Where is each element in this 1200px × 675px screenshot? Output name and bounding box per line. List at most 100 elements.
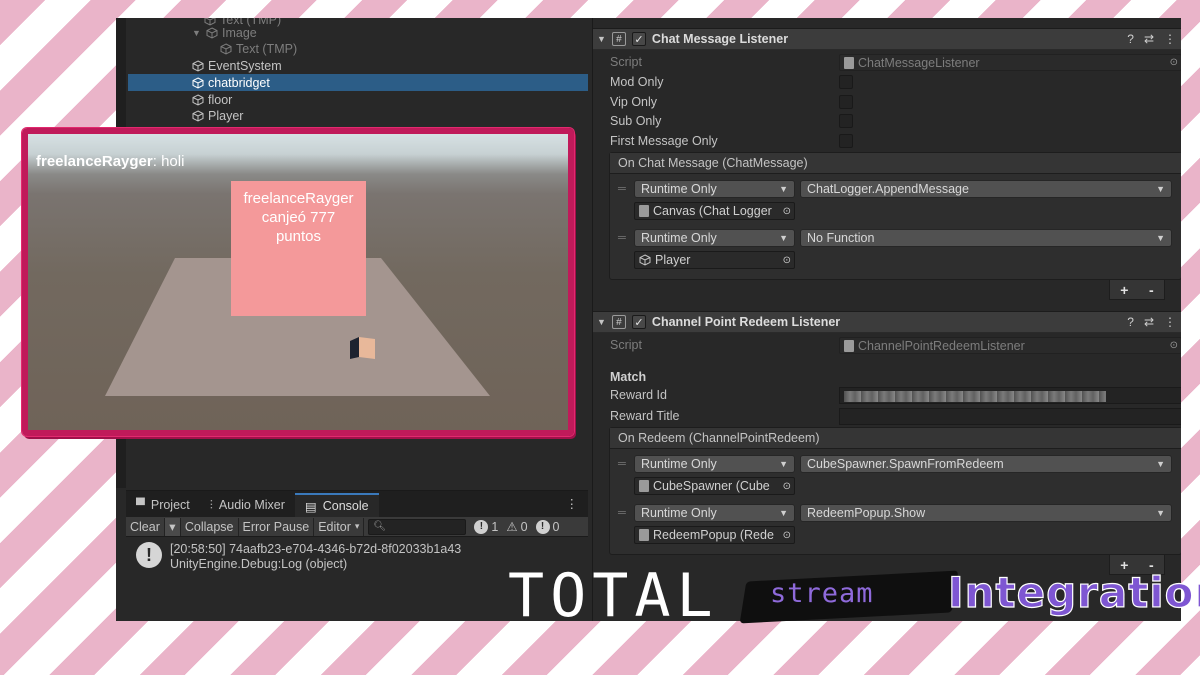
- object-picker-icon[interactable]: ⊙: [783, 206, 791, 217]
- hierarchy-item-label: floor: [208, 92, 233, 107]
- presets-icon[interactable]: ⇄: [1144, 32, 1154, 46]
- tab-console[interactable]: ▤ Console: [294, 493, 379, 517]
- hierarchy-item-player[interactable]: Player: [192, 107, 243, 124]
- component-header[interactable]: ▼ # ✓ Chat Message Listener ? ⇄ ⋮: [593, 28, 1181, 50]
- game-view[interactable]: freelanceRayger: holi freelanceRayger ca…: [22, 128, 574, 436]
- chevron-down-icon: ▼: [779, 508, 788, 518]
- sub-only-checkbox[interactable]: [839, 114, 853, 128]
- help-icon[interactable]: ?: [1127, 32, 1134, 46]
- script-field[interactable]: ChannelPointRedeemListener ⊙: [839, 337, 1181, 354]
- dropdown-value: Runtime Only: [641, 457, 717, 471]
- tab-label: Console: [322, 499, 369, 513]
- drag-handle-icon[interactable]: ═: [618, 183, 626, 195]
- enabled-checkbox[interactable]: ✓: [631, 315, 646, 329]
- chevron-down-icon: ▾: [354, 521, 360, 531]
- kebab-menu-icon[interactable]: ⋮: [556, 496, 589, 517]
- kebab-menu-icon[interactable]: ⋮: [1164, 315, 1176, 329]
- mod-only-checkbox[interactable]: [839, 75, 853, 89]
- mixer-icon: ⫶: [209, 497, 213, 512]
- tab-label: Audio Mixer: [218, 498, 285, 512]
- chevron-down-icon: ▼: [779, 459, 788, 469]
- chevron-down-icon: ▾: [169, 520, 176, 534]
- tab-audio-mixer[interactable]: ⫶ Audio Mixer: [200, 493, 295, 517]
- spawned-cube: [350, 337, 375, 359]
- runtime-mode-dropdown[interactable]: Runtime Only ▼: [634, 229, 795, 247]
- clear-options-dropdown[interactable]: ▾: [164, 517, 181, 536]
- object-picker-icon[interactable]: ⊙: [783, 481, 791, 492]
- dropdown-value: Runtime Only: [641, 231, 717, 245]
- component-header[interactable]: ▼ # ✓ Channel Point Redeem Listener ? ⇄ …: [593, 311, 1181, 333]
- gameobject-icon: [192, 93, 204, 106]
- gameobject-icon: [192, 109, 204, 122]
- hierarchy-item-label: Text (TMP): [236, 41, 298, 56]
- gameobject-icon: [192, 59, 204, 72]
- hierarchy-item-chatbridget[interactable]: chatbridget: [128, 74, 588, 91]
- chat-message: : holi: [152, 153, 185, 170]
- dropdown-value: RedeemPopup.Show: [807, 506, 926, 520]
- function-dropdown[interactable]: CubeSpawner.SpawnFromRedeem ▼: [800, 455, 1172, 473]
- chevron-down-icon: ▼: [1156, 184, 1165, 194]
- function-dropdown[interactable]: RedeemPopup.Show ▼: [800, 504, 1172, 522]
- script-field[interactable]: ChatMessageListener ⊙: [839, 54, 1181, 71]
- target-object-field[interactable]: Canvas (Chat Logger ⊙: [634, 202, 795, 220]
- runtime-mode-dropdown[interactable]: Runtime Only ▼: [634, 455, 795, 473]
- tab-project[interactable]: ▀ Project: [126, 493, 200, 517]
- error-count-toggle[interactable]: ! 0: [532, 519, 564, 534]
- on-chat-message-event: On Chat Message (ChatMessage) ═ Runtime …: [609, 152, 1181, 280]
- reward-title-input[interactable]: [839, 408, 1181, 425]
- warning-count-toggle[interactable]: ⚠ 0: [502, 519, 531, 535]
- object-picker-icon[interactable]: ⊙: [1170, 340, 1178, 351]
- chevron-down-icon[interactable]: ▼: [597, 317, 606, 327]
- chevron-down-icon: ▼: [1156, 233, 1165, 243]
- object-picker-icon[interactable]: ⊙: [783, 255, 791, 266]
- enabled-checkbox[interactable]: ✓: [631, 32, 646, 46]
- script-label: Script: [610, 338, 642, 352]
- remove-listener-button[interactable]: -: [1149, 282, 1154, 298]
- drag-handle-icon[interactable]: ═: [618, 458, 626, 470]
- first-message-only-checkbox[interactable]: [839, 134, 853, 148]
- target-object-field[interactable]: Player ⊙: [634, 251, 795, 269]
- script-icon: #: [611, 32, 626, 46]
- console-search-input[interactable]: 🔍︎: [368, 518, 467, 535]
- expand-triangle-icon[interactable]: ▼: [192, 28, 202, 38]
- info-count-toggle[interactable]: ! 1: [470, 519, 502, 534]
- target-value: RedeemPopup (Rede: [653, 528, 774, 542]
- chevron-down-icon[interactable]: ▼: [597, 34, 606, 44]
- add-listener-button[interactable]: +: [1120, 282, 1128, 298]
- error-pause-button[interactable]: Error Pause: [239, 517, 315, 536]
- hierarchy-item-image[interactable]: ▼ Image: [192, 24, 257, 41]
- hierarchy-item-eventsystem[interactable]: EventSystem: [192, 57, 282, 74]
- dropdown-value: Runtime Only: [641, 506, 717, 520]
- presets-icon[interactable]: ⇄: [1144, 315, 1154, 329]
- kebab-menu-icon[interactable]: ⋮: [1164, 32, 1176, 46]
- editor-dropdown[interactable]: Editor ▾: [314, 517, 365, 536]
- console-tab-bar: ▀ Project ⫶ Audio Mixer ▤ Console ⋮: [126, 491, 588, 517]
- script-file-icon: [844, 56, 854, 69]
- hierarchy-item-floor[interactable]: floor: [192, 91, 232, 108]
- vip-only-label: Vip Only: [610, 95, 658, 109]
- runtime-mode-dropdown[interactable]: Runtime Only ▼: [634, 504, 795, 522]
- hierarchy-item-text-tmp-child[interactable]: Text (TMP): [220, 40, 297, 57]
- target-object-field[interactable]: RedeemPopup (Rede ⊙: [634, 526, 795, 544]
- editor-label: Editor: [318, 519, 351, 534]
- tab-label: Project: [150, 498, 190, 512]
- vip-only-checkbox[interactable]: [839, 95, 853, 109]
- event-title: On Redeem (ChannelPointRedeem): [610, 428, 1181, 449]
- sub-only-label: Sub Only: [610, 114, 662, 128]
- function-dropdown[interactable]: No Function ▼: [800, 229, 1172, 247]
- object-picker-icon[interactable]: ⊙: [1170, 57, 1178, 68]
- target-object-field[interactable]: CubeSpawner (Cube ⊙: [634, 477, 795, 495]
- drag-handle-icon[interactable]: ═: [618, 232, 626, 244]
- chevron-down-icon: ▼: [1156, 459, 1165, 469]
- runtime-mode-dropdown[interactable]: Runtime Only ▼: [634, 180, 795, 198]
- drag-handle-icon[interactable]: ═: [618, 507, 626, 519]
- clear-button[interactable]: Clear: [126, 517, 165, 536]
- reward-id-input[interactable]: [839, 387, 1181, 404]
- collapse-button[interactable]: Collapse: [181, 517, 239, 536]
- logo-integration-text: Integration: [947, 567, 1200, 617]
- hierarchy-item-label: Player: [208, 108, 244, 123]
- script-icon: #: [611, 315, 626, 329]
- object-picker-icon[interactable]: ⊙: [783, 530, 791, 541]
- help-icon[interactable]: ?: [1127, 315, 1134, 329]
- function-dropdown[interactable]: ChatLogger.AppendMessage ▼: [800, 180, 1172, 198]
